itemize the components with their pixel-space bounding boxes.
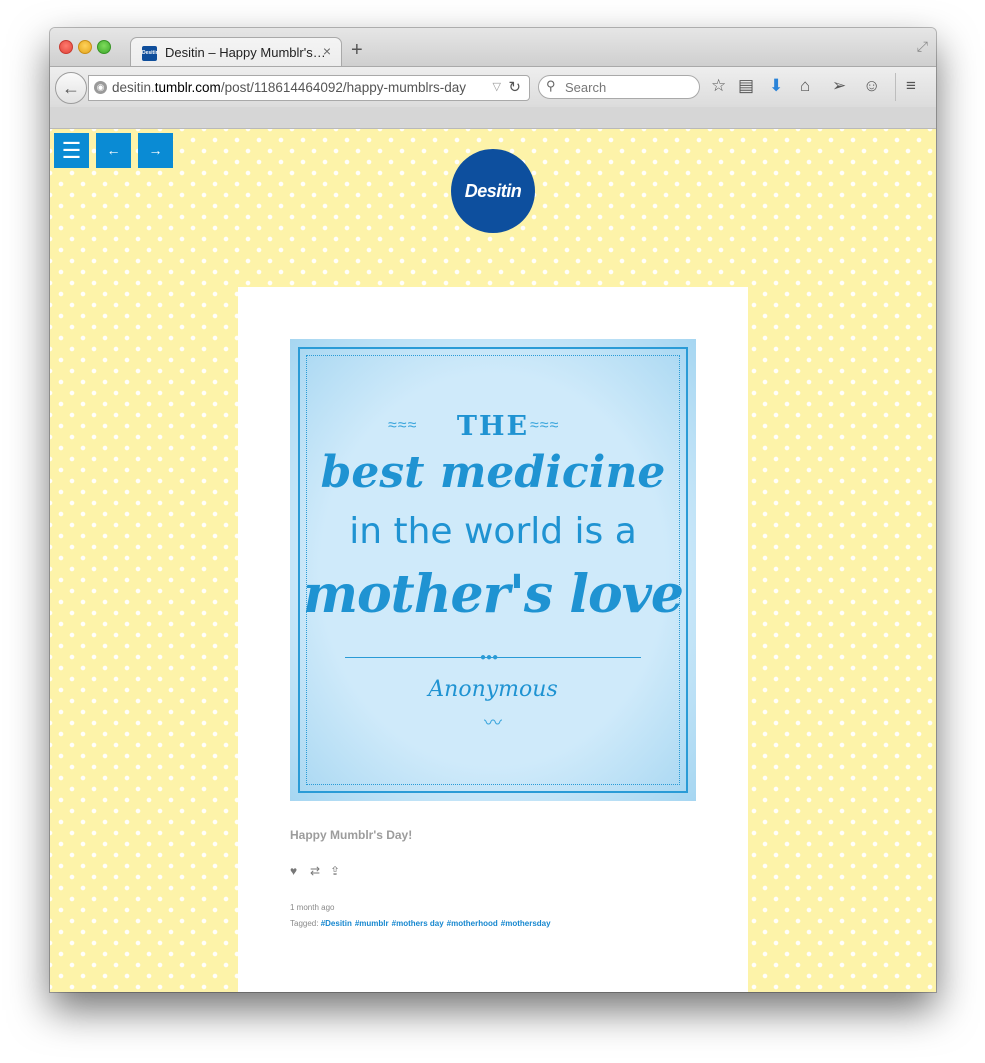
post-caption: Happy Mumblr's Day! [290,828,413,842]
tab-bar: Desitin Desitin – Happy Mumblr's… × + ⤢ [50,28,936,68]
search-input[interactable]: ⚲ Search [538,75,700,99]
url-host: tumblr.com [154,80,221,95]
search-icon: ⚲ [546,78,556,93]
post-card: ≈≈≈ ≈≈≈ THE best medicine in the world is… [238,287,748,992]
search-placeholder: Search [565,80,607,95]
navigation-bar: ← ◉ desitin.tumblr.com/post/118614464092… [50,66,936,108]
reload-icon[interactable]: ↻ [508,78,521,96]
poster-line-mothers-love: mother's love [302,564,684,625]
download-icon[interactable]: ⬇ [769,76,783,96]
tag-link[interactable]: #motherhood [447,919,498,928]
fullscreen-icon[interactable]: ⤢ [917,38,928,55]
home-icon[interactable]: ⌂ [800,76,810,96]
post-timestamp[interactable]: 1 month ago [290,903,334,912]
close-window-button[interactable] [59,40,73,54]
star-icon[interactable]: ☆ [711,76,726,96]
menu-icon[interactable]: ≡ [906,76,916,96]
url-path: /post/118614464092/happy-mumblrs-day [220,80,466,95]
previous-post-button[interactable]: ← [96,133,131,168]
tag-link[interactable]: #mothersday [501,919,551,928]
like-heart-icon[interactable]: ♥ [290,864,297,878]
post-image: ≈≈≈ ≈≈≈ THE best medicine in the world is… [290,339,696,801]
tab-title: Desitin – Happy Mumblr's… [165,45,326,60]
minimize-window-button[interactable] [78,40,92,54]
close-tab-icon[interactable]: × [323,43,331,59]
next-post-button[interactable]: → [138,133,173,168]
reblog-icon[interactable]: ⇄ [310,864,320,878]
toolbar-divider [895,73,896,101]
poster-line-best-medicine: best medicine [320,447,666,498]
url-prefix: desitin. [112,80,155,95]
poster-line-world: in the world is a [349,511,637,552]
poster-rule-ornament: ●●● [480,652,499,663]
url-text: desitin.tumblr.com/post/118614464092/hap… [112,80,466,95]
poster-attribution: Anonymous [428,677,558,702]
tab-active[interactable]: Desitin Desitin – Happy Mumblr's… × [130,37,342,68]
address-bar[interactable]: ◉ desitin.tumblr.com/post/118614464092/h… [88,75,530,101]
share-icon[interactable]: ⇪ [330,864,340,878]
new-tab-button[interactable]: + [351,39,363,62]
menu-button[interactable]: ☰ [54,133,89,168]
browser-window: Desitin Desitin – Happy Mumblr's… × + ⤢ … [50,28,936,992]
tagged-label: Tagged: [290,919,319,928]
page-content: ☰ ← → Desitin ≈≈≈ ≈≈≈ THE best medicine i… [50,129,936,992]
poster-swirl: 〰 [484,713,502,733]
desitin-logo[interactable]: Desitin [451,149,535,233]
tag-link[interactable]: #mothers day [392,919,444,928]
back-arrow-icon: ← [62,78,80,98]
poster-line-the: THE [456,411,530,442]
zoom-window-button[interactable] [97,40,111,54]
post-tags: Tagged: #Desitin #mumblr #mothers day #moth… [290,919,554,928]
tag-link[interactable]: #Desitin [321,919,352,928]
dropdown-icon[interactable]: ▽ [493,80,501,93]
globe-icon: ◉ [94,81,107,94]
reading-list-icon[interactable]: ▤ [738,76,754,96]
favicon-icon: Desitin [142,46,159,61]
send-icon[interactable]: ➢ [832,76,846,96]
tag-link[interactable]: #mumblr [355,919,389,928]
bookmarks-bar [50,107,936,129]
chat-icon[interactable]: ☺ [863,76,880,96]
back-button[interactable]: ← [55,72,87,104]
